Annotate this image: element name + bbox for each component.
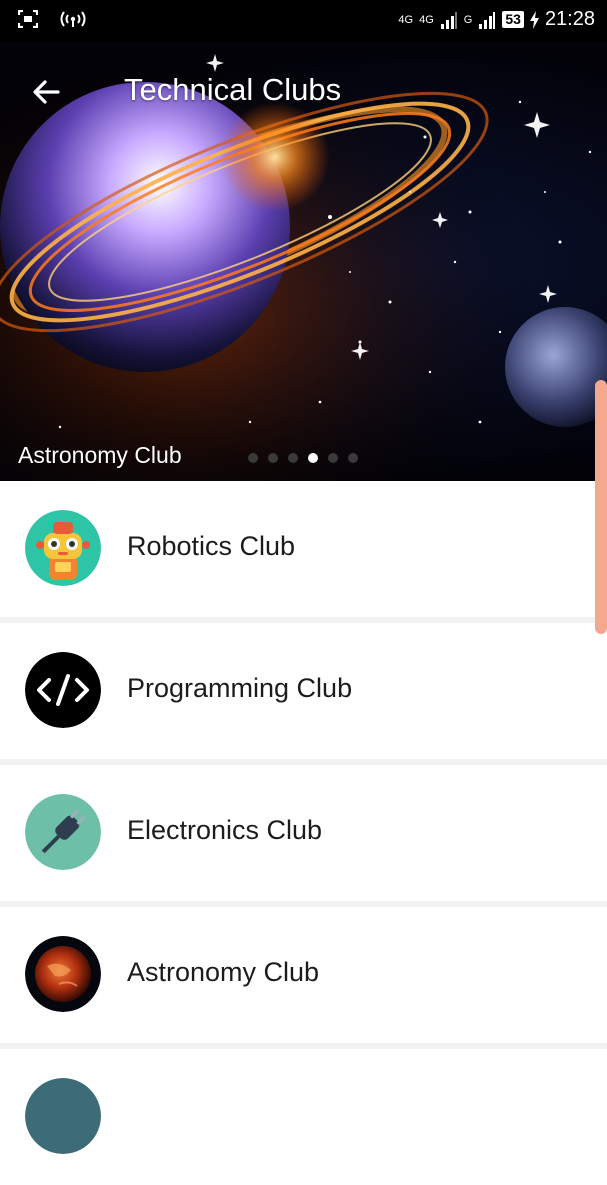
- planet-icon: [25, 936, 101, 1012]
- list-item-label: Astronomy Club: [127, 957, 320, 987]
- list-item-label: Robotics Club: [127, 531, 296, 561]
- robot-icon: [25, 510, 101, 586]
- carousel-dot-6[interactable]: [348, 453, 358, 463]
- list-item-astronomy-club[interactable]: Astronomy Club: [0, 907, 607, 1043]
- network-type-1: 4G: [419, 13, 434, 26]
- list-item-programming-club[interactable]: Programming Club: [0, 623, 607, 759]
- code-icon: [25, 652, 101, 728]
- list-item-partial[interactable]: [0, 1049, 607, 1185]
- banner-carousel[interactable]: Technical Clubs Astronomy Club: [0, 42, 607, 481]
- carousel-dot-2[interactable]: [268, 453, 278, 463]
- list-item-label: Electronics Club: [127, 815, 323, 845]
- list-item-robotics-club[interactable]: Robotics Club: [0, 481, 607, 617]
- battery-level: 53: [502, 11, 524, 28]
- status-bar: 4G 4G G 53 21:28: [0, 0, 607, 42]
- screenshot-icon: [18, 10, 38, 28]
- back-button[interactable]: [26, 72, 66, 112]
- network-type-top: 4G: [398, 13, 414, 26]
- carousel-indicator[interactable]: [248, 453, 358, 463]
- carousel-dot-5[interactable]: [328, 453, 338, 463]
- page-title: Technical Clubs: [124, 72, 342, 107]
- club-icon: [25, 1078, 101, 1154]
- clock: 21:28: [544, 8, 595, 30]
- carousel-dot-1[interactable]: [248, 453, 258, 463]
- plug-icon: [25, 794, 101, 870]
- charging-icon: [529, 10, 539, 29]
- signal-icon: [440, 11, 457, 29]
- slide-caption: Astronomy Club: [18, 442, 182, 468]
- network-type-2: G: [463, 13, 473, 26]
- list-item-electronics-club[interactable]: Electronics Club: [0, 765, 607, 901]
- list-item-label: Programming Club: [127, 673, 353, 703]
- arrow-left-icon: [33, 80, 60, 104]
- hotspot-icon: [60, 11, 86, 27]
- carousel-dot-3[interactable]: [288, 453, 298, 463]
- carousel-dot-4[interactable]: [308, 453, 318, 463]
- signal-icon-2: [479, 11, 496, 29]
- scrollbar[interactable]: [595, 380, 607, 634]
